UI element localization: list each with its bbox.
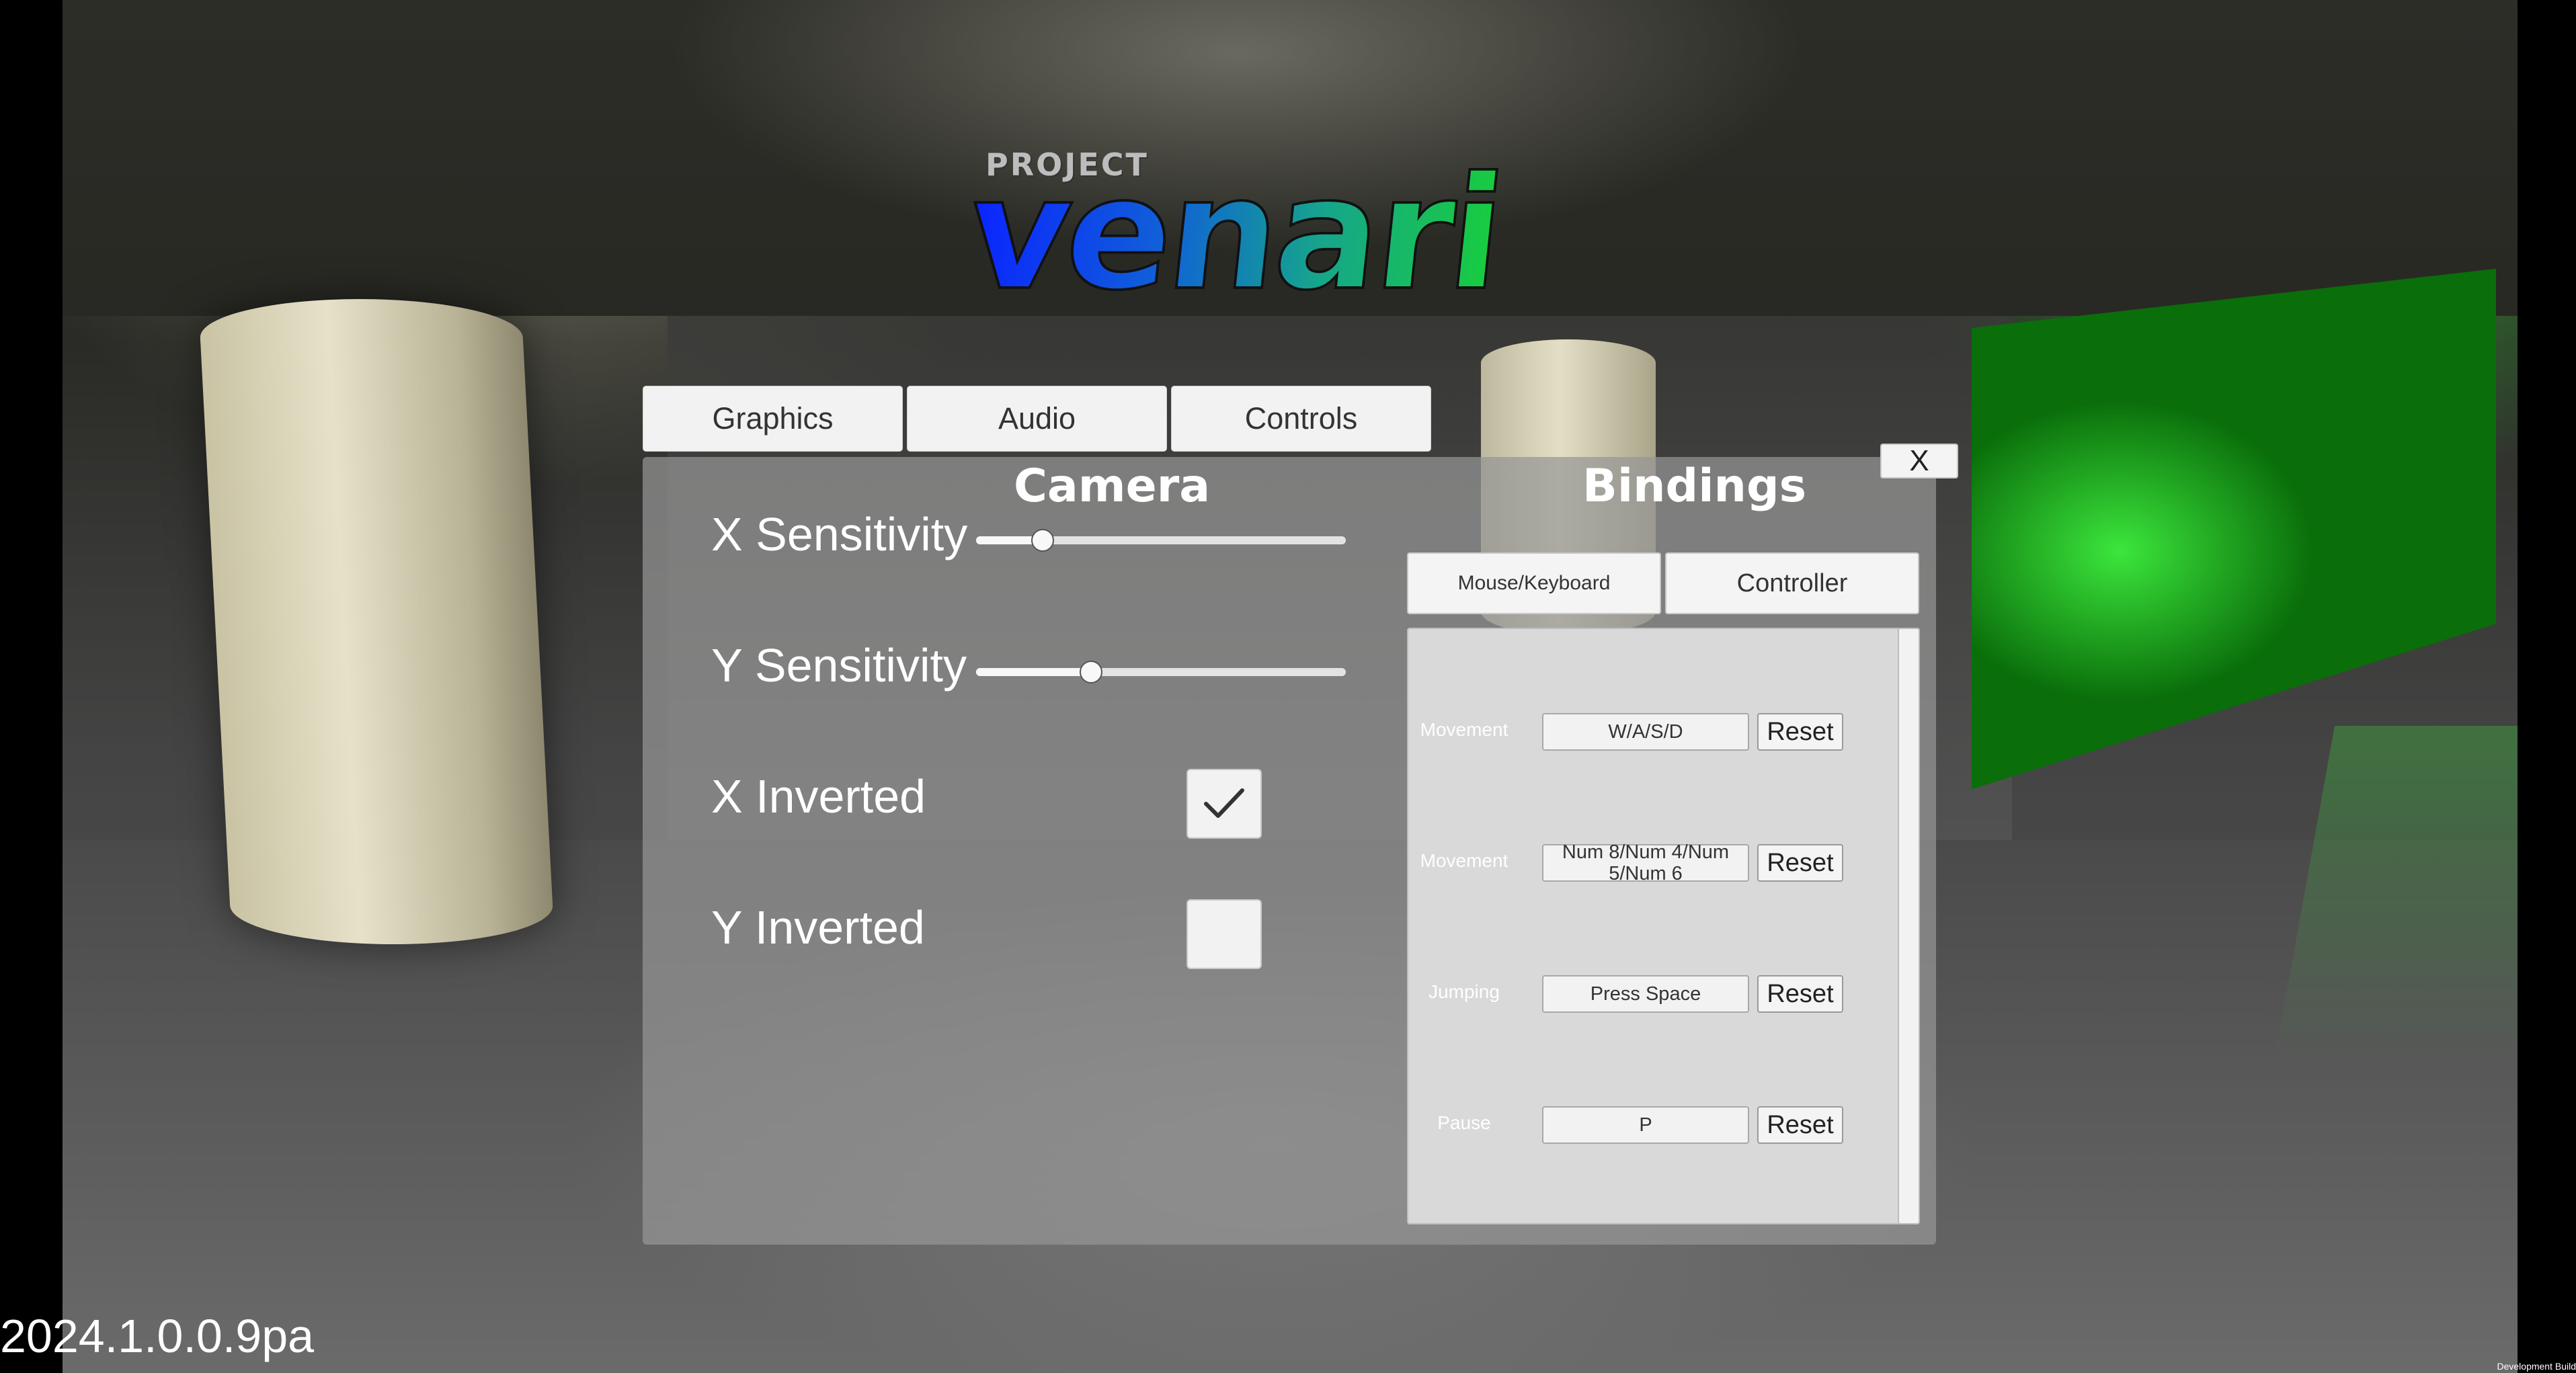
y-inverted-checkbox[interactable]	[1186, 899, 1262, 969]
binding-action-label: Movement	[1420, 850, 1508, 871]
x-inverted-checkbox[interactable]	[1186, 769, 1262, 839]
binding-key-field[interactable]: P	[1542, 1106, 1749, 1144]
tab-controls[interactable]: Controls	[1171, 386, 1431, 452]
binding-reset-button[interactable]: Reset	[1757, 844, 1843, 882]
binding-action-label: Pause	[1437, 1112, 1491, 1133]
green-floor-glow	[2274, 726, 2518, 1062]
y-inverted-label: Y Inverted	[711, 901, 925, 954]
checkmark-icon	[1204, 788, 1244, 818]
binding-key-field[interactable]: W/A/S/D	[1542, 713, 1749, 751]
y-sensitivity-handle[interactable]	[1080, 661, 1102, 683]
x-sensitivity-handle[interactable]	[1031, 529, 1054, 552]
camera-section-title: Camera	[1014, 460, 1211, 513]
binding-action-label: Jumping	[1428, 981, 1500, 1002]
tab-graphics[interactable]: Graphics	[643, 386, 903, 452]
x-sensitivity-label: X Sensitivity	[711, 508, 968, 560]
tab-controller[interactable]: Controller	[1665, 552, 1919, 614]
y-sensitivity-fill	[976, 668, 1091, 676]
x-inverted-label: X Inverted	[711, 770, 926, 823]
version-label: 2024.1.0.0.9pa	[0, 1310, 315, 1362]
tab-audio[interactable]: Audio	[907, 386, 1167, 452]
y-sensitivity-slider[interactable]	[976, 661, 1346, 683]
binding-action-label: Movement	[1420, 719, 1508, 740]
binding-reset-button[interactable]: Reset	[1757, 713, 1843, 751]
close-button[interactable]: X	[1880, 444, 1958, 479]
logo-project: PROJECT	[985, 147, 1149, 183]
left-pillar	[198, 299, 555, 944]
development-build-label: Development Build	[2497, 1361, 2576, 1372]
binding-key-field[interactable]: Num 8/Num 4/Num 5/Num 6	[1542, 841, 1749, 884]
y-sensitivity-label: Y Sensitivity	[711, 639, 967, 692]
binding-reset-button[interactable]: Reset	[1757, 1106, 1843, 1144]
tab-mouse-keyboard[interactable]: Mouse/Keyboard	[1407, 552, 1661, 614]
binding-key-field[interactable]: Press Space	[1542, 975, 1749, 1013]
bindings-scrollbar[interactable]	[1898, 628, 1920, 1224]
x-sensitivity-slider[interactable]	[976, 529, 1346, 552]
binding-reset-button[interactable]: Reset	[1757, 975, 1843, 1013]
bindings-section-title: Bindings	[1582, 460, 1807, 513]
